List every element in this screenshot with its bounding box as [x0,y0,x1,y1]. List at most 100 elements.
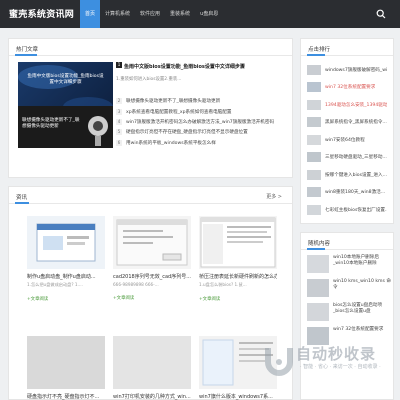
info-title: 资讯 [16,195,28,201]
list-item-text: bios怎么设置u盘启动项_bios怎么设置u盘 [333,303,383,314]
read-more-link[interactable]: +文章阅读 [113,295,191,301]
list-thumb [307,204,321,215]
random-list: win10本地账户删除后_win10本地账户删除 win10 kms_win10… [307,255,392,351]
watermark-logo-icon [265,348,293,376]
dialog-graphic [116,219,188,266]
read-more-link[interactable]: +文章阅读 [199,296,277,302]
read-more-link[interactable]: +文章阅读 [27,296,105,302]
featured-article-title[interactable]: 鱼雨中文版bios设置功能_鱼雨bios设置中文详细步骤 [124,63,245,70]
list-thumb [307,152,321,163]
card-desc: 666-98989898 666-... [113,282,159,287]
list-item-text: 三星移动硬盘驱动_三星移动... [325,155,387,161]
software-window-graphic [36,223,96,262]
article-card[interactable]: 硬盘指示灯不亮_硬盘指示灯不... [27,336,105,400]
list-item[interactable]: 4 win7旗舰版激活开机密码怎么办破解激活方法_win7旗舰版激活开机密码 [116,117,274,127]
list-thumb [307,303,329,321]
ranking-list: windows7旗舰版破解密码_win... win7 32位系统配置要求 13… [307,61,387,219]
nav-item-usb-boot[interactable]: u盘启恩 [195,0,223,28]
rank-number: 2 [116,98,122,105]
list-item[interactable]: 6 用win系统的平板_windows系统平板怎么样 [116,138,274,148]
hot-thumb-1-caption: 鱼雨中文版bios设置功能_鱼雨bios设置中文详细步骤 [27,74,104,85]
card-title: 桥压注册表延长新硬件刷新的怎么办... [199,274,277,280]
list-item[interactable]: 1394驱动怎么安装_1394驱动... [307,96,387,114]
card-image [199,216,277,269]
watermark-text: 自动秒收录 [296,345,377,363]
card-desc: 1.u盘怎么装bios? 1.鼠... [199,282,247,287]
card-title: 制作u盘启动盘_制作u盘启动... [27,274,96,280]
article-card[interactable]: cad2018序列号无效_cad序列号... 666-98989898 666-… [113,216,191,301]
list-item-text: 1394驱动怎么安装_1394驱动... [325,102,387,108]
list-item[interactable]: bios怎么设置u盘启动项_bios怎么设置u盘 [307,303,392,327]
watermark: 自动秒收录 · 智能 · 省心 · 来访一次 · 自动收录 · [260,340,395,380]
ranking-panel: 点击排行 windows7旗舰版破解密码_win... win7 32位系统配置… [300,38,394,224]
rank-number: 6 [116,139,122,146]
nav-item-reinstall[interactable]: 重装系统 [165,0,195,28]
list-thumb [307,99,321,110]
card-desc: 1.怎么把u盘做成启动盘? 1.... [27,282,83,287]
list-thumb [307,64,321,75]
nav-item-home[interactable]: 首页 [80,0,101,28]
hot-rank-badge-1: 1 [116,62,122,68]
list-thumb [307,255,329,273]
list-item[interactable]: 按哪个键进入bios设置_进入... [307,166,387,184]
featured-article-desc: 1.重装如何进入bios设置2.重装... [116,77,182,82]
ranking-title: 点击排行 [308,47,331,53]
list-thumb [307,117,321,128]
list-item-text: win10 kms_win10 kms 命令 [333,279,391,290]
list-item-text: 七彩虹主板bios恢复出厂设置... [325,207,387,213]
article-card[interactable]: win7打印机安装的几种方式_win... [113,336,191,400]
list-item[interactable]: win7安装64位教程 [307,131,387,149]
nav-item-software[interactable]: 软件应用 [135,0,165,28]
list-item-text: win10本地账户删除后_win10本地账户删除 [333,255,379,266]
main-nav: 首页 计算机系统 软件应用 重装系统 u盘启恩 [80,0,223,28]
list-item[interactable]: 2 联想摄像头驱动更新不了_联想摄像头驱动更新 [116,96,274,106]
list-thumb [307,134,321,145]
hot-articles-title: 热门文章 [16,47,39,53]
list-item-text: 硬盘指示灯亮但不存在硬盘_硬盘指示灯亮但不显示硬盘位置 [126,130,248,136]
more-link[interactable]: 更多 > [266,193,282,200]
list-item[interactable]: 三星移动硬盘驱动_三星移动... [307,149,387,167]
list-item-text: win7旗舰版激活开机密码怎么办破解激活方法_win7旗舰版激活开机密码 [126,119,275,125]
list-thumb [307,169,321,180]
list-item[interactable]: 七彩虹主板bios恢复出厂设置... [307,201,387,219]
list-thumb [307,187,321,198]
article-card[interactable]: 桥压注册表延长新硬件刷新的怎么办... 1.u盘怎么装bios? 1.鼠... … [199,216,277,302]
list-item[interactable]: win7 32位系统配置要求 [307,79,387,97]
list-item[interactable]: 5 硬盘指示灯亮但不存在硬盘_硬盘指示灯亮但不显示硬盘位置 [116,127,274,137]
list-thumb [307,82,321,93]
list-item-text: 黑屏系统指令_黑屏系统指令... [325,120,387,126]
list-item-text: windows7旗舰版破解密码_win... [325,67,387,73]
list-item-text: xp系统查看电脑配置教程_xp系统如何查看电脑配置 [126,109,232,115]
list-item-text: win7 32位系统配置要求 [333,327,384,332]
site-header: 蜜壳系统资讯网 首页 计算机系统 软件应用 重装系统 u盘启恩 [0,0,400,28]
hot-article-list: 2 联想摄像头驱动更新不了_联想摄像头驱动更新 3 xp系统查看电脑配置教程_x… [116,96,274,148]
list-item[interactable]: 黑屏系统指令_黑屏系统指令... [307,114,387,132]
list-item[interactable]: win8重装180天_win8激活... [307,184,387,202]
list-item-text: 按哪个键进入bios设置_进入... [325,172,387,178]
list-item[interactable]: win10 kms_win10 kms 命令 [307,279,392,303]
nav-item-computer-system[interactable]: 计算机系统 [100,0,135,28]
list-item-text: win7安装64位教程 [325,137,365,143]
list-item-text: 联想摄像头驱动更新不了_联想摄像头驱动更新 [126,99,221,105]
list-item[interactable]: 3 xp系统查看电脑配置教程_xp系统如何查看电脑配置 [116,106,274,116]
card-title: 硬盘指示灯不亮_硬盘指示灯不... [27,394,100,400]
list-item-text: win8重装180天_win8激活... [325,190,386,196]
list-item[interactable]: windows7旗舰版破解密码_win... [307,61,387,79]
card-image [113,216,191,269]
search-icon[interactable] [376,9,386,19]
list-item-text: 用win系统的平板_windows系统平板怎么样 [126,140,216,146]
random-title: 随机内容 [308,241,331,247]
rank-number: 5 [116,129,122,136]
hot-thumb-2[interactable]: 联想摄像头驱动更新不了_联想摄像头驱动更新 [18,106,113,148]
rank-number: 3 [116,108,122,115]
article-card[interactable]: 制作u盘启动盘_制作u盘启动... 1.怎么把u盘做成启动盘? 1.... +文… [27,216,105,302]
site-logo[interactable]: 蜜壳系统资讯网 [9,7,74,20]
list-thumb [307,279,329,297]
list-item[interactable]: win10本地账户删除后_win10本地账户删除 [307,255,392,279]
registry-window-graphic [200,217,276,268]
hot-thumb-2-caption: 联想摄像头驱动更新不了_联想摄像头驱动更新 [22,118,80,129]
rank-number: 4 [116,118,122,125]
card-image [27,216,105,269]
card-title: cad2018序列号无效_cad序列号... [113,274,191,280]
card-title: win7旗什么版本_windows7系... [199,394,273,400]
